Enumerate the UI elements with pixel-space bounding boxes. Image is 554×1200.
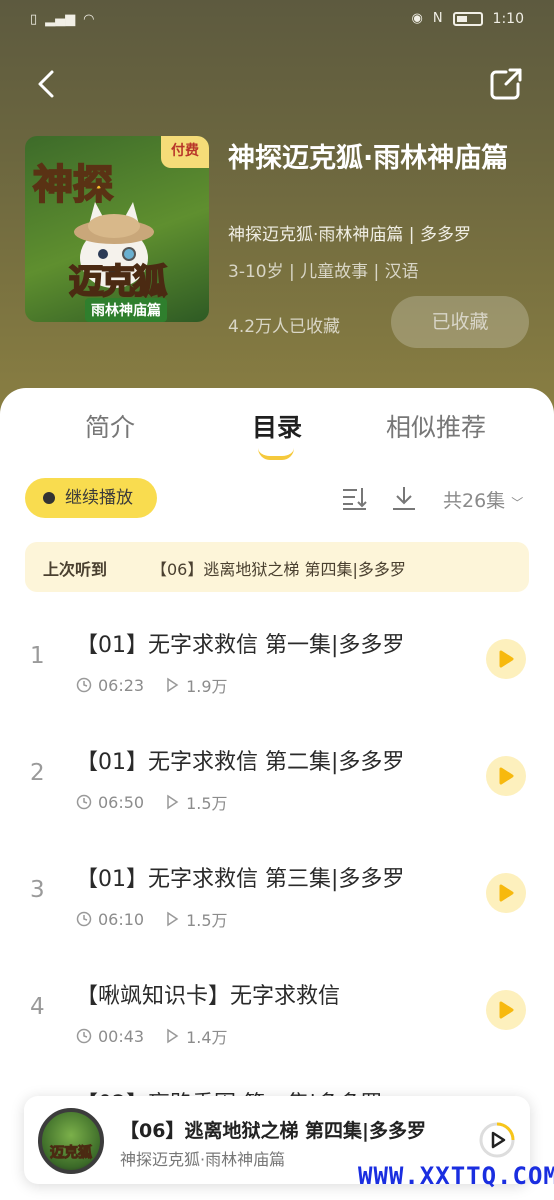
clock-icon xyxy=(76,677,92,693)
album-title: 神探迈克狐·雨林神庙篇 xyxy=(228,143,509,174)
episode-play-button[interactable] xyxy=(486,990,526,1030)
paid-badge: 付费 xyxy=(161,136,209,168)
episode-info: 06:10 1.5万 xyxy=(76,907,228,931)
clock-icon xyxy=(76,1028,92,1044)
play-icon xyxy=(499,650,514,668)
tab-similar[interactable]: 相似推荐 xyxy=(386,408,486,444)
back-button[interactable] xyxy=(28,64,68,104)
mini-player-title: 【06】逃离地狱之梯 第四集|多多罗 xyxy=(120,1120,426,1142)
episode-title: 【啾飒知识卡】无字求救信 xyxy=(76,984,341,1009)
play-icon xyxy=(499,1001,514,1019)
eye-icon: ◉ xyxy=(411,11,423,26)
episode-info: 00:43 1.4万 xyxy=(76,1024,228,1048)
download-icon xyxy=(393,487,415,510)
episode-play-button[interactable] xyxy=(486,873,526,913)
mini-player-subtitle: 神探迈克狐·雨林神庙篇 xyxy=(120,1150,286,1169)
episode-title: 【01】无字求救信 第二集|多多罗 xyxy=(76,750,405,775)
continue-play-button[interactable]: 继续播放 xyxy=(25,478,157,518)
episode-count-label: 共26集 xyxy=(443,490,506,512)
cover-text-sub: 雨林神庙篇 xyxy=(85,298,167,322)
episode-play-button[interactable] xyxy=(486,639,526,679)
album-meta: 3-10岁 | 儿童故事 | 汉语 xyxy=(228,262,419,282)
status-bar: ▯ ▂▄▆ ◠ ◉ N 1:10 xyxy=(0,0,554,42)
watermark: WWW.XXTTQ.COM xyxy=(358,1162,554,1190)
last-played-value: 【06】逃离地狱之梯 第四集|多多罗 xyxy=(151,560,406,579)
episode-duration: 06:50 xyxy=(98,792,145,812)
chevron-down-icon: ﹀ xyxy=(511,496,524,510)
status-left: ▯ ▂▄▆ ◠ xyxy=(30,12,95,28)
episode-plays: 1.5万 xyxy=(186,794,228,813)
episode-number: 2 xyxy=(30,760,45,786)
active-tab-indicator xyxy=(258,448,294,460)
clock-icon xyxy=(76,794,92,810)
play-count-icon xyxy=(167,911,179,927)
play-count-icon xyxy=(167,794,179,810)
episode-info: 06:50 1.5万 xyxy=(76,790,228,814)
continue-play-label: 继续播放 xyxy=(65,488,133,508)
last-played-label: 上次听到 xyxy=(43,560,108,579)
play-icon xyxy=(499,884,514,902)
episode-row[interactable]: 2 【01】无字求救信 第二集|多多罗 06:50 1.5万 xyxy=(0,714,554,824)
episode-duration: 06:10 xyxy=(98,909,145,929)
episode-plays: 1.9万 xyxy=(186,677,228,696)
episode-number: 4 xyxy=(30,994,45,1020)
cover-text-main: 迈克狐 xyxy=(68,261,168,303)
tab-bar: 简介 目录 相似推荐 xyxy=(0,388,554,460)
play-icon xyxy=(499,767,514,785)
episode-number: 1 xyxy=(30,643,45,669)
download-button[interactable] xyxy=(390,484,418,512)
episode-row[interactable]: 1 【01】无字求救信 第一集|多多罗 06:23 1.9万 xyxy=(0,597,554,707)
album-cover[interactable]: 付费 神探 迈克狐 雨林神庙篇 xyxy=(25,136,209,322)
chevron-left-icon xyxy=(38,70,54,98)
share-icon xyxy=(490,68,522,100)
catalog-toolbar: 继续播放 共26集 ﹀ xyxy=(0,478,554,520)
sort-icon xyxy=(343,488,367,510)
episode-duration: 06:23 xyxy=(98,675,145,695)
signal-icon: ▂▄▆ xyxy=(45,12,76,27)
sort-button[interactable] xyxy=(340,484,368,512)
episode-row[interactable]: 4 【啾飒知识卡】无字求救信 00:43 1.4万 xyxy=(0,948,554,1058)
play-count-icon xyxy=(167,677,179,693)
episode-plays: 1.4万 xyxy=(186,1028,228,1047)
status-right: ◉ N 1:10 xyxy=(411,11,524,27)
episode-info: 06:23 1.9万 xyxy=(76,673,228,697)
wifi-icon: ◠ xyxy=(83,12,95,27)
mini-player-artwork: 迈克狐 xyxy=(38,1108,104,1174)
mini-player-play-button[interactable] xyxy=(478,1121,516,1159)
episode-count-dropdown[interactable]: 共26集 ﹀ xyxy=(443,486,523,513)
play-circle-icon xyxy=(479,1122,515,1158)
tab-catalog[interactable]: 目录 xyxy=(252,408,302,444)
sim-icon: ▯ xyxy=(30,12,38,27)
play-dot-icon xyxy=(43,492,55,504)
favorite-count: 4.2万人已收藏 xyxy=(228,317,341,337)
last-played-banner[interactable]: 上次听到 【06】逃离地狱之梯 第四集|多多罗 xyxy=(25,542,529,592)
episode-title: 【01】无字求救信 第一集|多多罗 xyxy=(76,633,405,658)
play-count-icon xyxy=(167,1028,179,1044)
episode-duration: 00:43 xyxy=(98,1026,145,1046)
favorited-button[interactable]: 已收藏 xyxy=(391,296,529,348)
mini-player-art-text: 迈克狐 xyxy=(50,1145,93,1162)
share-button[interactable] xyxy=(486,64,526,104)
episode-plays: 1.5万 xyxy=(186,911,228,930)
status-time: 1:10 xyxy=(492,11,524,27)
nfc-icon: N xyxy=(432,11,443,26)
battery-icon xyxy=(452,12,483,26)
tab-intro[interactable]: 简介 xyxy=(85,408,135,444)
episode-play-button[interactable] xyxy=(486,756,526,796)
episode-row[interactable]: 3 【01】无字求救信 第三集|多多罗 06:10 1.5万 xyxy=(0,831,554,941)
episode-title: 【01】无字求救信 第三集|多多罗 xyxy=(76,867,405,892)
episode-number: 3 xyxy=(30,877,45,903)
album-subtitle[interactable]: 神探迈克狐·雨林神庙篇 | 多多罗 xyxy=(228,220,471,245)
clock-icon xyxy=(76,911,92,927)
